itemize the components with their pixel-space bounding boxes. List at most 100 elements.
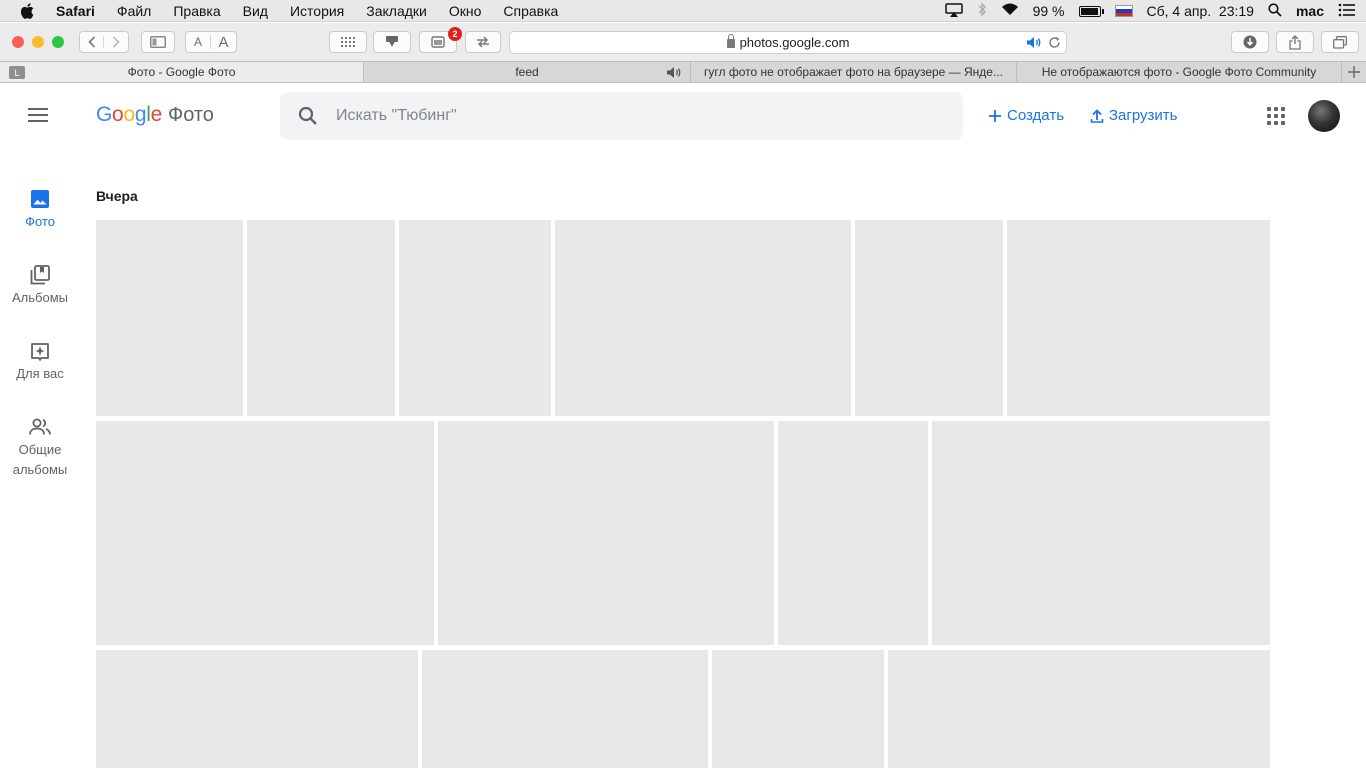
tab-overview-button[interactable]: [1321, 31, 1359, 53]
logo-letter-e: e: [150, 103, 163, 126]
translate-extension-button[interactable]: [465, 31, 501, 53]
extension-icon: [431, 36, 445, 48]
google-photos-logo[interactable]: G o o g l e Фото: [96, 103, 214, 127]
menu-bookmarks[interactable]: Закладки: [366, 3, 427, 19]
sidebar-toggle-button[interactable]: [141, 31, 175, 53]
sidebar-nav: Фото Альбомы Для вас Общие альбомы: [0, 183, 80, 480]
photo-tile[interactable]: [399, 220, 551, 416]
macos-menu-bar: Safari Файл Правка Вид История Закладки …: [0, 0, 1366, 22]
sidebar-item-label: Альбомы: [12, 290, 68, 305]
audio-playing-icon[interactable]: [1026, 36, 1042, 52]
photo-icon: [31, 190, 49, 208]
bluetooth-icon[interactable]: [977, 2, 987, 20]
font-larger-button[interactable]: A: [211, 34, 236, 51]
menu-edit[interactable]: Правка: [173, 3, 220, 19]
extension-button[interactable]: 2: [419, 27, 462, 53]
tab-title: Фото - Google Фото: [127, 65, 236, 79]
sidebar-item-albums[interactable]: Альбомы: [0, 259, 80, 335]
menu-history[interactable]: История: [290, 3, 344, 19]
close-window-button[interactable]: [12, 36, 24, 48]
download-icon: [1243, 35, 1257, 49]
reload-icon[interactable]: [1048, 36, 1061, 52]
clock[interactable]: Сб, 4 апр. 23:19: [1147, 3, 1254, 19]
notification-center-icon[interactable]: [1338, 3, 1356, 20]
downloads-button[interactable]: [1231, 31, 1269, 53]
airplay-icon[interactable]: [944, 2, 963, 20]
battery-percent: 99 %: [1032, 3, 1065, 19]
search-box[interactable]: [280, 92, 963, 140]
photo-tile[interactable]: [855, 220, 1003, 416]
photo-tile[interactable]: [96, 220, 243, 416]
minimize-window-button[interactable]: [32, 36, 44, 48]
menu-file[interactable]: Файл: [117, 3, 151, 19]
address-url: photos.google.com: [739, 35, 850, 50]
menu-view[interactable]: Вид: [243, 3, 268, 19]
wifi-icon[interactable]: [1001, 3, 1019, 19]
product-name: Фото: [167, 104, 214, 126]
photo-tile[interactable]: [932, 421, 1270, 645]
upload-button[interactable]: Загрузить: [1090, 107, 1178, 124]
back-button[interactable]: [80, 36, 105, 48]
menu-app-name[interactable]: Safari: [56, 3, 95, 19]
address-bar[interactable]: photos.google.com: [509, 31, 1067, 54]
zoom-window-button[interactable]: [52, 36, 64, 48]
font-smaller-button[interactable]: A: [186, 35, 212, 49]
menu-window[interactable]: Окно: [449, 3, 482, 19]
sidebar-item-shared-albums[interactable]: Общие альбомы: [0, 411, 80, 480]
create-button[interactable]: Создать: [988, 107, 1064, 124]
logo-letter-o2: o: [123, 103, 135, 126]
google-apps-icon[interactable]: [1267, 107, 1285, 125]
main-menu-button[interactable]: [28, 108, 48, 122]
logo-letter-o1: o: [112, 103, 124, 126]
albums-icon: [30, 265, 50, 285]
sidebar-item-for-you[interactable]: Для вас: [0, 335, 80, 411]
safari-toolbar: A A 2 photos.google.com: [0, 23, 1366, 61]
photo-tile[interactable]: [96, 650, 418, 768]
date-section-heading: Вчера: [96, 188, 138, 204]
account-avatar[interactable]: [1308, 100, 1340, 132]
logo-letter-g: G: [96, 103, 113, 126]
search-input[interactable]: [336, 107, 916, 125]
sidebar-icon: [150, 36, 166, 48]
tabs-icon: [1333, 35, 1347, 49]
battery-icon[interactable]: [1078, 5, 1104, 17]
photo-tile[interactable]: [438, 421, 774, 645]
top-sites-button[interactable]: [329, 31, 367, 53]
pocket-extension-button[interactable]: [373, 31, 411, 53]
new-tab-button[interactable]: [1342, 62, 1366, 82]
for-you-icon: [31, 343, 49, 361]
photo-tile[interactable]: [712, 650, 884, 768]
tab-audio-icon[interactable]: [666, 66, 682, 82]
photo-tile[interactable]: [96, 421, 434, 645]
pinned-tab[interactable]: L: [9, 66, 25, 79]
tab-google-photos-community[interactable]: Не отображаются фото - Google Фото Commu…: [1017, 62, 1342, 82]
google-photos-app: G o o g l e Фото Создать Загрузить Фото: [0, 83, 1366, 768]
tab-yandex-search[interactable]: гугл фото не отображает фото на браузере…: [691, 62, 1017, 82]
sidebar-item-label: Для вас: [16, 366, 64, 381]
apple-icon[interactable]: [18, 2, 36, 20]
forward-button[interactable]: [104, 36, 128, 48]
create-label: Создать: [1007, 107, 1065, 124]
search-icon[interactable]: [280, 106, 336, 126]
share-button[interactable]: [1276, 31, 1314, 53]
tab-title: Не отображаются фото - Google Фото Commu…: [1041, 65, 1317, 79]
spotlight-search-icon[interactable]: [1268, 2, 1282, 20]
font-size-buttons: A A: [185, 31, 237, 53]
photo-tile[interactable]: [1007, 220, 1270, 416]
menu-help[interactable]: Справка: [503, 3, 558, 19]
photo-tile[interactable]: [888, 650, 1270, 768]
photo-tile[interactable]: [422, 650, 708, 768]
photo-tile[interactable]: [778, 421, 928, 645]
photo-tile[interactable]: [555, 220, 851, 416]
back-forward-buttons: [79, 31, 129, 53]
input-source-flag-icon[interactable]: [1114, 5, 1133, 17]
grid-icon: [341, 37, 355, 47]
sidebar-item-label: Общие альбомы: [12, 442, 68, 477]
sidebar-item-photos[interactable]: Фото: [0, 183, 80, 259]
user-name[interactable]: mac: [1296, 3, 1324, 19]
logo-letter-g2: g: [134, 103, 147, 126]
tab-feed[interactable]: feed: [364, 62, 691, 82]
tab-bar: L Фото - Google Фото feed гугл фото не о…: [0, 61, 1366, 83]
photo-tile[interactable]: [247, 220, 395, 416]
tab-google-photos[interactable]: L Фото - Google Фото: [0, 62, 364, 82]
